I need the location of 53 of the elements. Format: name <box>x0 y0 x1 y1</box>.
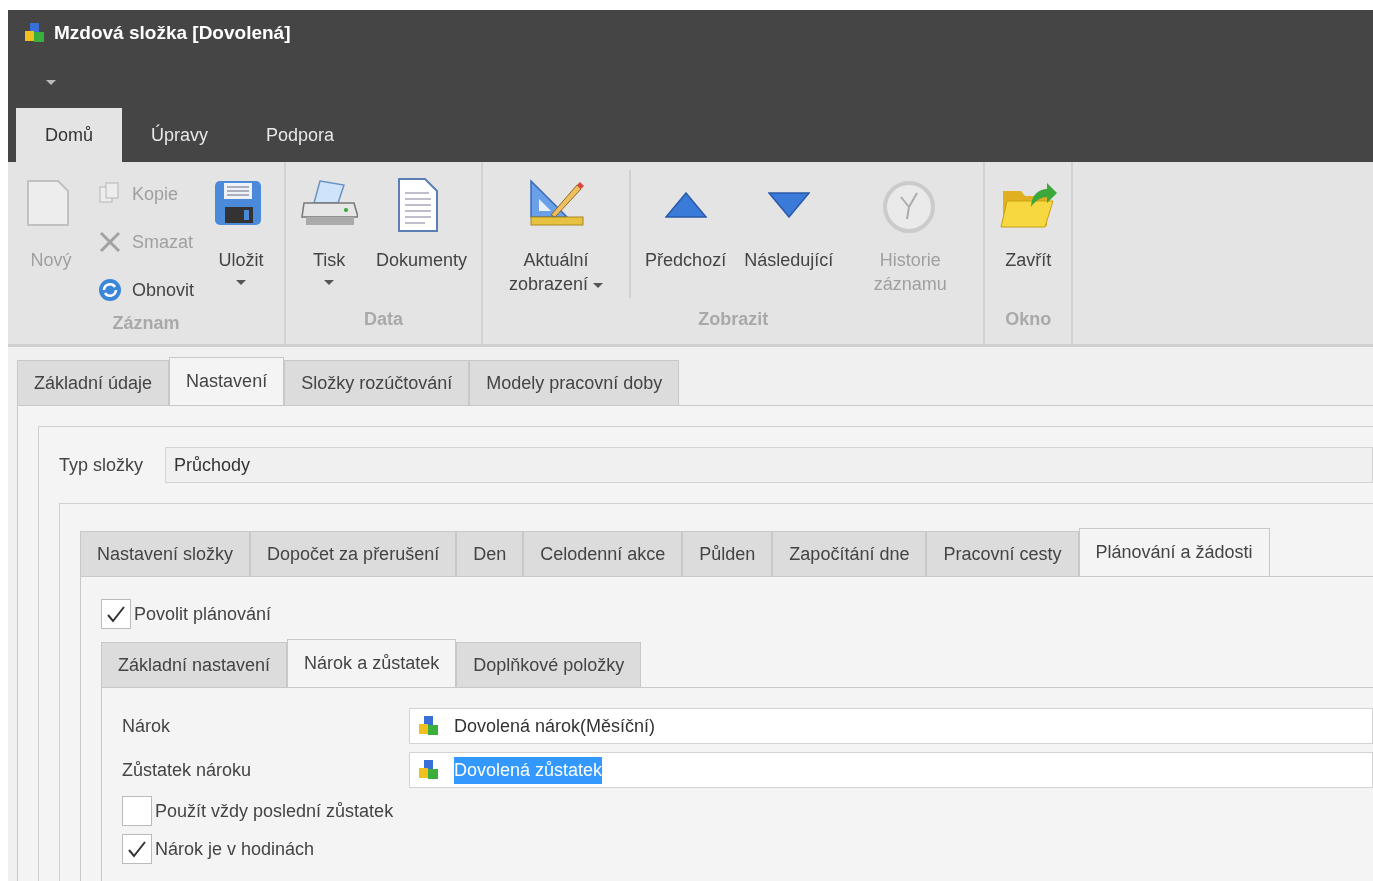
checkmark-icon <box>127 840 147 858</box>
up-triangle-icon <box>664 192 707 218</box>
checkbox-label: Povolit plánování <box>134 602 272 626</box>
tab[interactable]: Nastavení složky <box>80 531 251 576</box>
ribbon-button[interactable]: Obnovit <box>98 270 195 310</box>
checkbox[interactable] <box>101 599 131 629</box>
ribbon-group-label: Okno <box>1004 308 1053 331</box>
ribbon-button[interactable]: Následující <box>736 170 842 306</box>
ribbon-group-label: Data <box>363 308 405 331</box>
down-triangle-icon <box>767 192 810 218</box>
tab[interactable]: Nastavení <box>169 357 285 405</box>
checkbox-label: Nárok je v hodinách <box>155 837 315 861</box>
tab[interactable]: Nárok a zůstatek <box>287 639 457 687</box>
ribbon-button[interactable]: Předchozí <box>637 170 735 306</box>
ribbon-button[interactable]: Tisk <box>292 170 367 306</box>
ribbon-group-label: Záznam <box>111 312 181 335</box>
field-label: Zůstatek nároku <box>122 758 253 782</box>
tab[interactable]: Pracovní cesty <box>926 531 1079 576</box>
ribbon-button[interactable]: Dokumenty <box>368 170 476 306</box>
tab[interactable]: Doplňkové položky <box>456 642 642 687</box>
tab[interactable]: Dopočet za přerušení <box>250 531 457 576</box>
ribbon-tab[interactable]: Domů <box>16 108 122 162</box>
checkmark-icon <box>106 605 126 623</box>
ribbon-button[interactable]: Aktuální zobrazení <box>489 170 624 306</box>
ribbon-button[interactable]: Zavřít <box>991 170 1066 306</box>
ribbon-group-label: Zobrazit <box>697 308 770 331</box>
type-field: Průchody <box>165 447 1373 483</box>
checkbox[interactable] <box>122 796 152 826</box>
tab[interactable]: Celodenní akce <box>523 531 683 576</box>
tab[interactable]: Základní nastavení <box>101 642 288 687</box>
field-label: Nárok <box>122 714 171 738</box>
checkbox[interactable] <box>122 834 152 864</box>
tab[interactable]: Den <box>456 531 524 576</box>
field-label: Typ složky <box>59 453 144 477</box>
tab[interactable]: Započítání dne <box>772 531 927 576</box>
tab[interactable]: Základní údaje <box>17 360 170 405</box>
x-icon <box>98 230 122 254</box>
caret-icon <box>46 79 56 85</box>
refresh-icon <box>98 278 122 302</box>
ribbon-tab[interactable]: Podpora <box>237 108 364 162</box>
app-logo-icon <box>24 22 46 44</box>
ribbon-tab[interactable]: Úpravy <box>122 108 238 162</box>
tab[interactable]: Složky rozúčtování <box>284 360 470 405</box>
ribbon-button[interactable]: Uložit <box>204 170 279 310</box>
cubes-icon <box>418 759 440 781</box>
copy-icon <box>98 182 122 206</box>
tab[interactable]: Plánování a žádosti <box>1078 528 1270 576</box>
window-title: Mzdová složka [Dovolená] <box>54 20 291 45</box>
checkbox-label: Použít vždy poslední zůstatek <box>155 799 394 823</box>
tab[interactable]: Modely pracovní doby <box>469 360 680 405</box>
lookup-field[interactable]: Dovolená nárok(Měsíční) <box>409 708 1373 744</box>
cubes-icon <box>418 715 440 737</box>
tab[interactable]: Půlden <box>682 531 773 576</box>
